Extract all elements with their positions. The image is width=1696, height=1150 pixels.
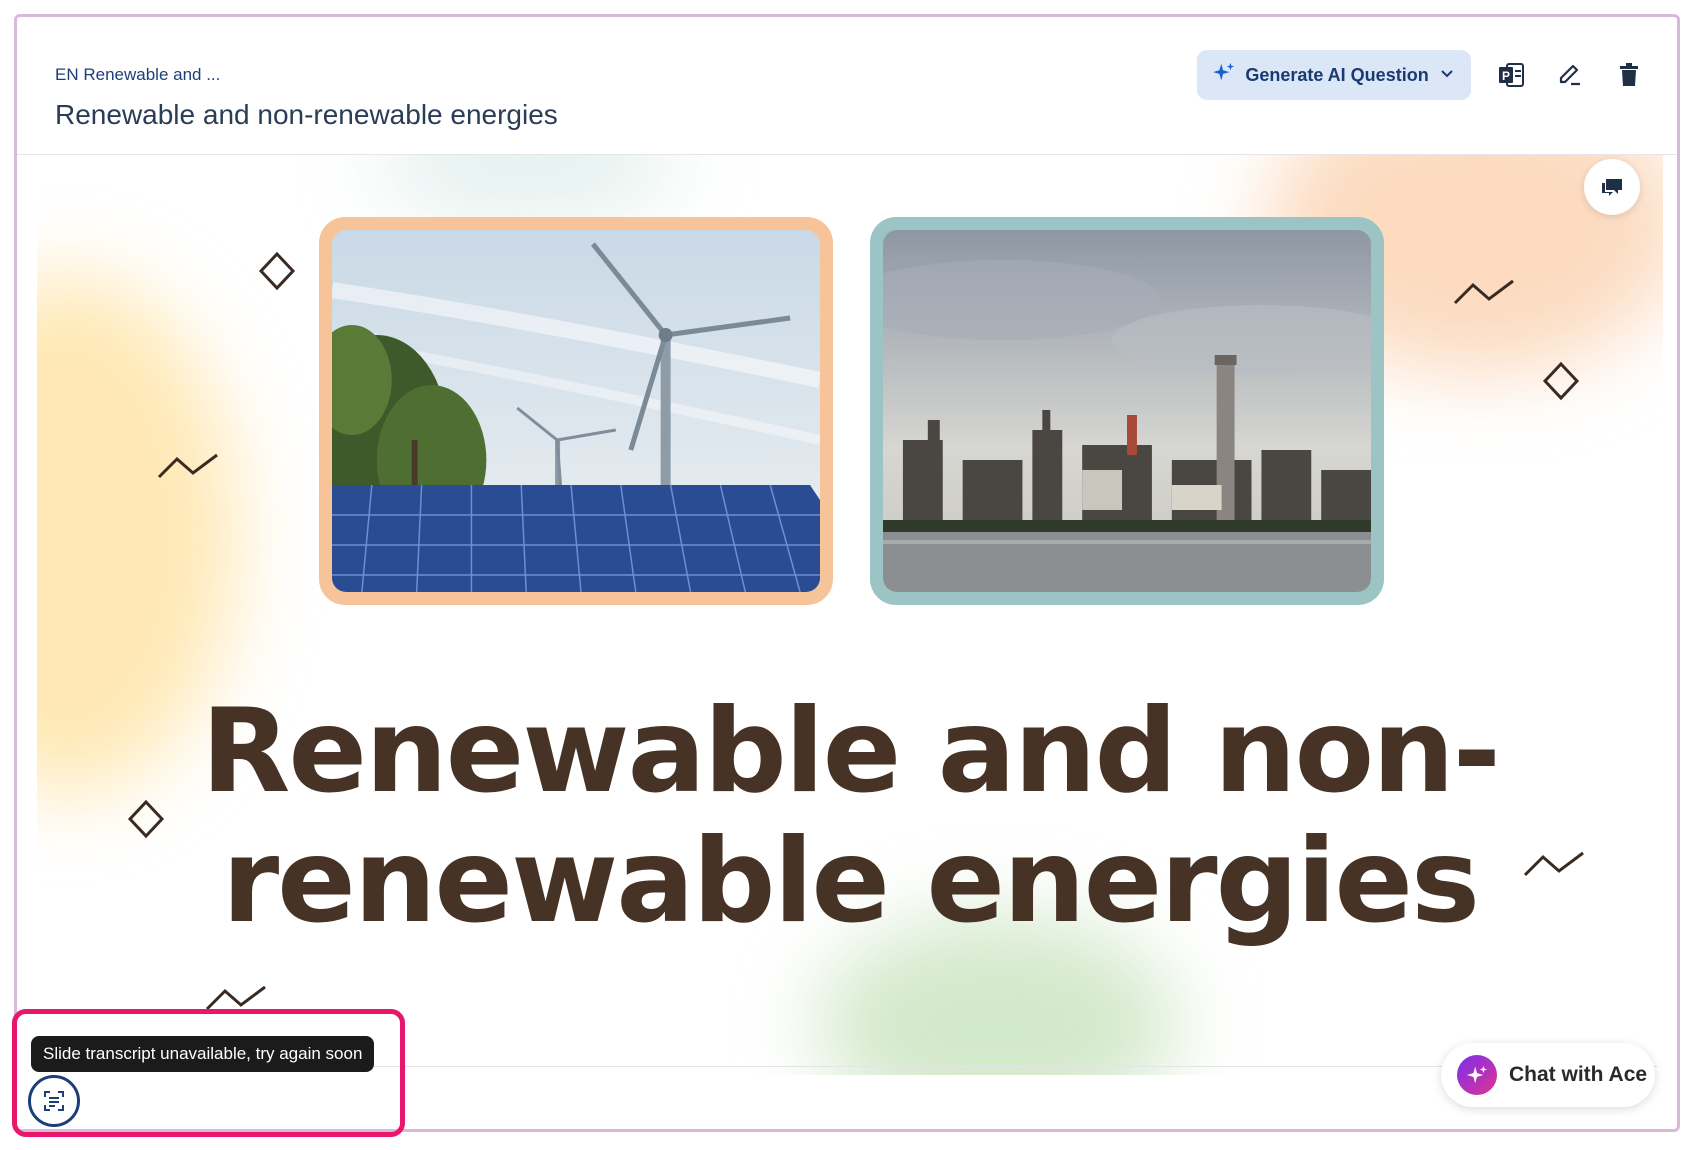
- ace-avatar-icon: [1457, 1055, 1497, 1095]
- zigzag-icon: [1453, 279, 1514, 305]
- header: EN Renewable and ... Renewable and non-r…: [17, 17, 1677, 155]
- slide-transcript-button[interactable]: [28, 1075, 80, 1127]
- comment-icon: [1602, 179, 1622, 196]
- chat-with-ace-button[interactable]: Chat with Ace: [1441, 1043, 1655, 1107]
- generate-ai-question-label: Generate AI Question: [1245, 64, 1429, 85]
- diamond-icon: [258, 251, 296, 291]
- edit-icon[interactable]: [1552, 57, 1588, 93]
- trash-icon[interactable]: [1611, 57, 1647, 93]
- svg-text:P: P: [1502, 69, 1510, 83]
- transcript-icon: [44, 1091, 64, 1111]
- transcript-tooltip: Slide transcript unavailable, try again …: [31, 1036, 375, 1072]
- powerpoint-icon[interactable]: P: [1493, 57, 1529, 93]
- app-window: EN Renewable and ... Renewable and non-r…: [14, 14, 1680, 1132]
- slide-canvas: Renewable and non-renewable energies: [37, 155, 1663, 1075]
- chat-with-ace-label: Chat with Ace: [1509, 1063, 1648, 1086]
- comment-button[interactable]: [1584, 159, 1640, 215]
- chevron-down-icon: [1439, 65, 1455, 86]
- generate-ai-question-button[interactable]: Generate AI Question: [1197, 50, 1471, 100]
- diamond-icon: [1542, 361, 1580, 401]
- wind-solar-image: [319, 217, 833, 605]
- sparkle-icon: [1213, 62, 1235, 89]
- industrial-plant-image: [870, 217, 1384, 605]
- slide-title: Renewable and non-renewable energies: [201, 684, 1501, 949]
- zigzag-icon: [157, 453, 218, 479]
- breadcrumb[interactable]: EN Renewable and ...: [55, 65, 220, 85]
- glow-teal: [377, 155, 677, 225]
- page-title: Renewable and non-renewable energies: [55, 99, 558, 130]
